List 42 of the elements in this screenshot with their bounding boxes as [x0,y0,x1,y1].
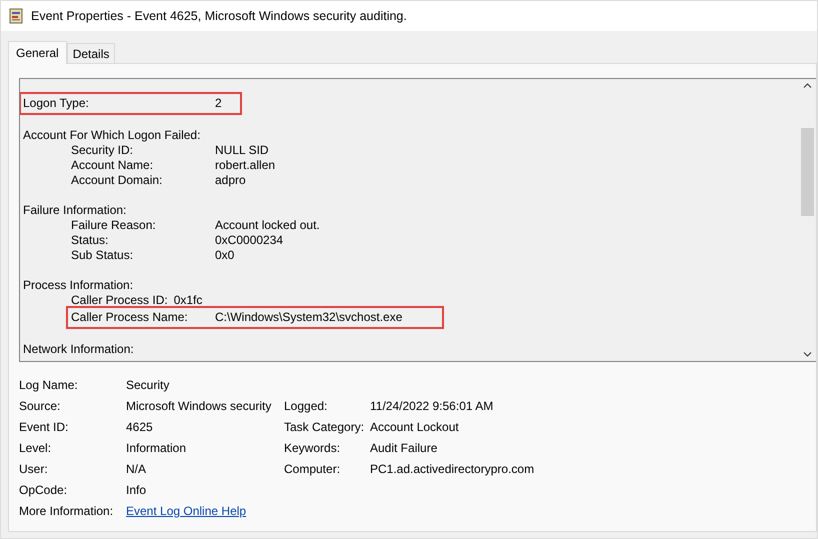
section-title: Failure Information: [23,203,126,218]
property-value: Security [126,377,170,394]
property-value: Account Lockout [370,419,459,436]
property-label: OpCode: [19,482,68,499]
description-field: Failure Reason: Account locked out. [68,218,320,233]
description-field: Logon Type: 2 [21,94,240,113]
property-label: User: [19,461,49,478]
description-field: Caller Process Name: C:\Windows\System32\svchost.exe [68,308,442,327]
property-value: N/A [126,461,148,478]
property-value: Audit Failure [370,440,438,457]
description-field: Status: 0xC0000234 [68,233,284,248]
section-title: Network Information: [23,342,134,357]
help-link[interactable]: Event Log Online Help [126,501,246,522]
property-label: Keywords: [284,440,342,457]
property-label: Event ID: [19,419,70,436]
property-label: Source: [19,398,62,415]
property-label: Level: [19,440,52,457]
event-log-icon [9,8,23,24]
scrollbar-thumb[interactable] [801,128,814,216]
property-value: PC1.ad.activedirectorypro.com [370,461,534,478]
property-label: Logged: [284,398,328,415]
property-value: 11/24/2022 9:56:01 AM [370,398,494,415]
description-field: Security ID: NULL SID [68,143,269,158]
tab[interactable]: Details [66,43,116,63]
scroll-up-icon[interactable] [803,83,812,88]
description-field: Account Name: robert.allen [68,158,276,173]
tab[interactable]: General [8,41,67,64]
property-value: Info [126,482,148,499]
property-label: Log Name: [19,377,79,394]
property-label: Task Category: [284,419,366,436]
property-label: More Information: [19,503,114,520]
window-title: Event Properties - Event 4625, Microsoft Windows security auditing. [31,9,407,23]
description-field: Sub Status: 0x0 [68,248,234,263]
property-value: Information [126,440,188,457]
description-field: Caller Process ID: 0x1fc [68,293,202,308]
property-label: Computer: [284,461,342,478]
scroll-down-icon[interactable] [803,352,812,357]
property-value: 4625 [126,419,154,436]
section-title: Process Information: [23,278,134,293]
description-field: Account Domain: adpro [68,173,246,188]
section-title: Account For Which Logon Failed: [23,128,200,143]
property-value: Microsoft Windows security [126,398,272,415]
